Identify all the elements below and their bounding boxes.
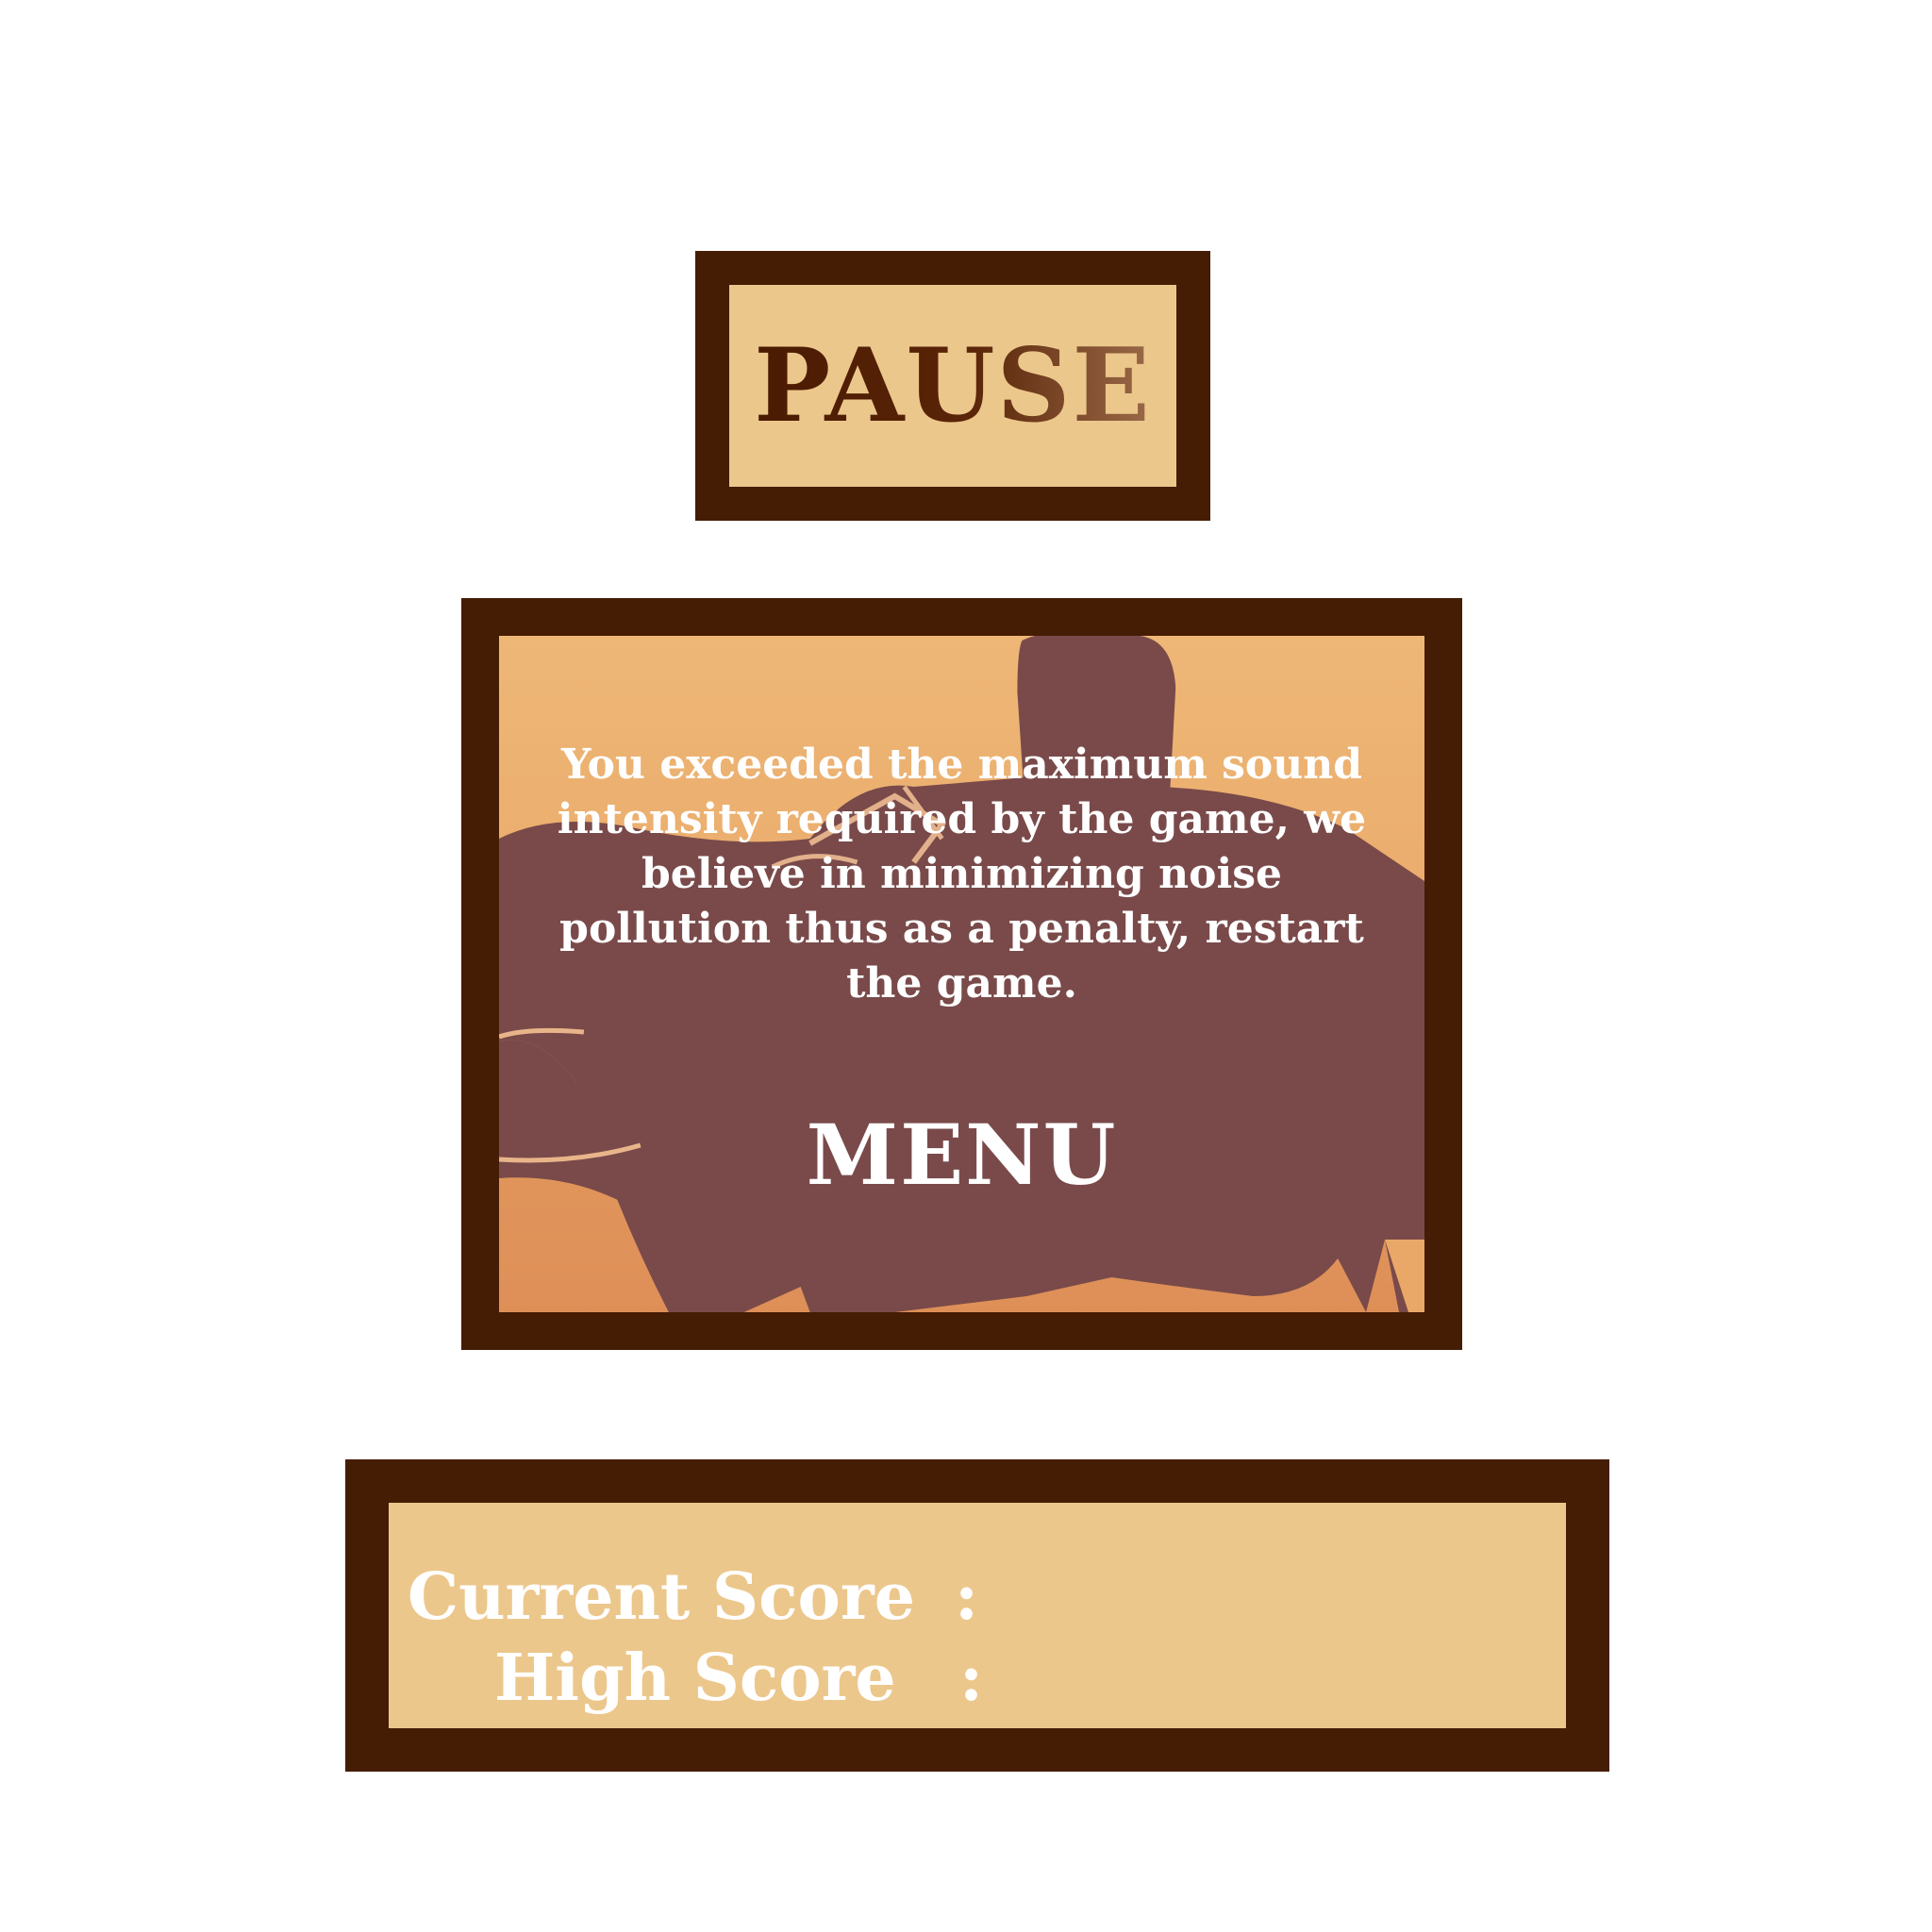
high-score-label: High Score [494, 1641, 896, 1716]
current-score-separator: : [955, 1559, 979, 1635]
score-box: Current Score : High Score : [345, 1459, 1609, 1772]
current-score-label: Current Score [408, 1559, 915, 1635]
scene-background: You exceeded the maximum sound intensity… [499, 636, 1424, 1312]
pause-title: PAUSE [754, 326, 1152, 445]
message-line: pollution thus as a penalty, restart [559, 905, 1364, 953]
pause-title-panel: PAUSE [729, 285, 1176, 487]
message-line: believe in minimizing noise [641, 850, 1282, 898]
high-score-separator: : [959, 1641, 984, 1716]
penalty-message: You exceeded the maximum sound intensity… [499, 738, 1424, 1011]
penalty-message-panel: You exceeded the maximum sound intensity… [461, 598, 1462, 1350]
pause-title-box: PAUSE [695, 251, 1210, 521]
menu-button[interactable]: MENU [499, 1106, 1424, 1204]
score-panel: Current Score : High Score : [389, 1503, 1566, 1728]
message-line: the game. [846, 959, 1077, 1008]
message-line: intensity required by the game, we [557, 795, 1367, 843]
message-line: You exceeded the maximum sound [560, 741, 1363, 789]
